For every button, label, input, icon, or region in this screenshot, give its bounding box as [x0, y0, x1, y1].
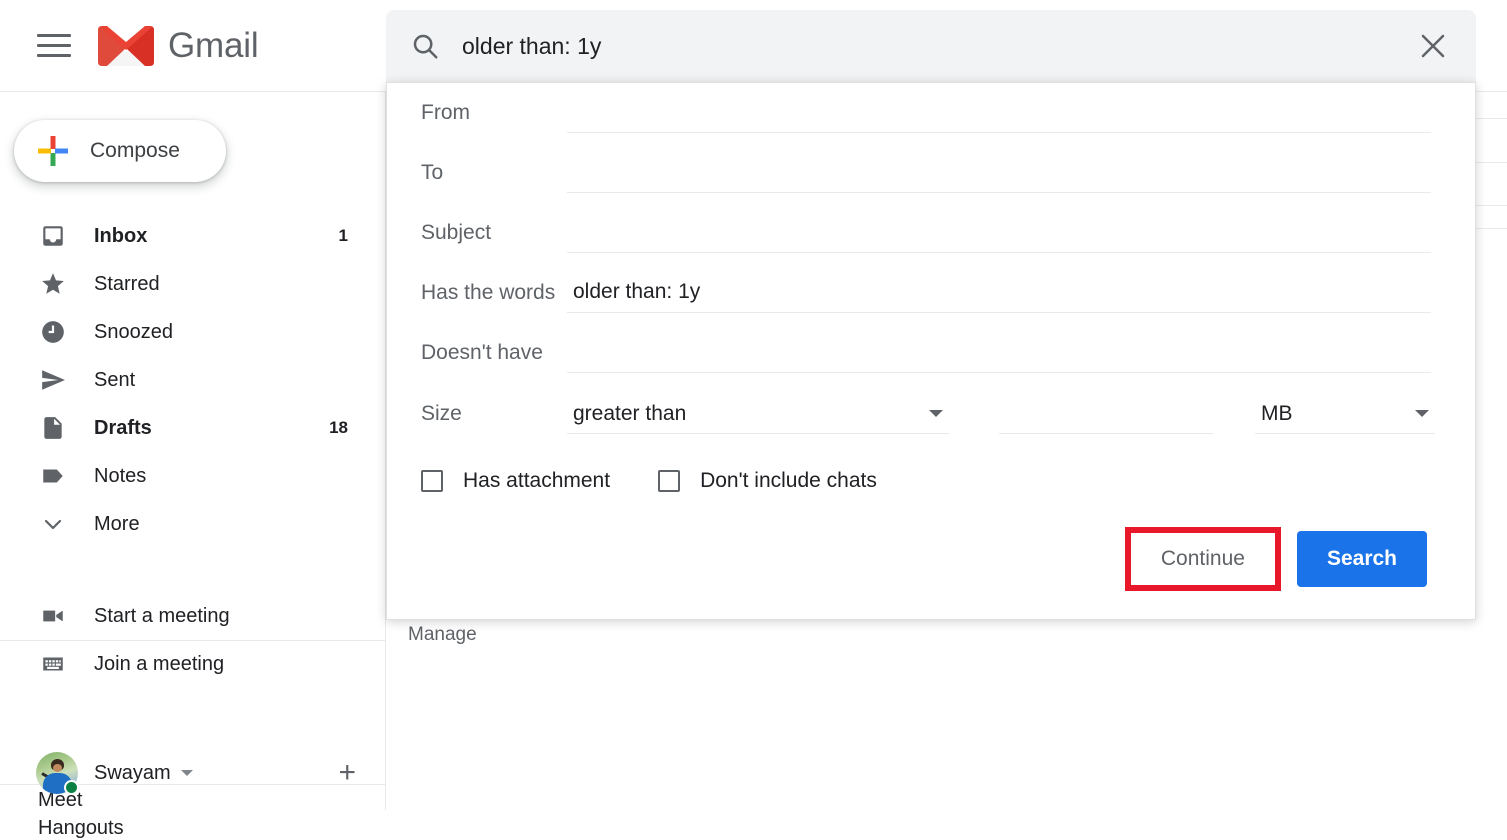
sidebar-item-label: Join a meeting	[94, 653, 348, 676]
sidebar-item-label: More	[94, 513, 348, 536]
clock-icon	[38, 317, 68, 347]
has-attachment-checkbox[interactable]: Has attachment	[421, 469, 610, 493]
send-icon	[38, 365, 68, 395]
field-row-subject: Subject	[387, 203, 1475, 263]
sidebar-item-sent[interactable]: Sent	[0, 356, 386, 404]
add-contact-plus-icon[interactable]: +	[338, 758, 356, 788]
sidebar-item-join-a-meeting[interactable]: Join a meeting	[0, 640, 386, 688]
search-button[interactable]: Search	[1297, 531, 1427, 587]
sidebar-item-inbox[interactable]: Inbox 1	[0, 212, 386, 260]
gmail-wordmark: Gmail	[168, 26, 258, 66]
label-icon	[38, 461, 68, 491]
chevron-down-icon	[38, 509, 68, 539]
size-unit-value: MB	[1255, 402, 1415, 426]
caret-down-icon[interactable]	[181, 770, 193, 776]
video-camera-icon	[38, 601, 68, 631]
sidebar-item-count: 18	[329, 418, 348, 438]
avatar[interactable]	[36, 752, 78, 794]
continue-button-highlight: Continue	[1125, 527, 1281, 591]
keyboard-icon	[38, 649, 68, 679]
caret-down-icon	[1415, 410, 1429, 417]
checkbox-row: Has attachment Don't include chats	[387, 445, 1475, 517]
dialog-button-row: Continue Search	[1125, 527, 1427, 591]
checkbox-icon	[421, 470, 443, 492]
hamburger-line	[37, 54, 71, 57]
avatar-face	[53, 764, 62, 772]
field-label: Doesn't have	[387, 341, 567, 365]
field-label: Subject	[387, 221, 567, 245]
field-row-from: From	[387, 83, 1475, 143]
sidebar-item-notes[interactable]: Notes	[0, 452, 386, 500]
plus-icon	[36, 134, 70, 168]
field-label: From	[387, 101, 567, 125]
to-field[interactable]	[567, 153, 1431, 193]
hangouts-list: Swayam +	[0, 747, 386, 799]
close-x-icon[interactable]	[1418, 31, 1448, 61]
hangouts-section-heading: Hangouts	[38, 817, 124, 840]
field-row-doesnt-have: Doesn't have	[387, 323, 1475, 383]
continue-button[interactable]: Continue	[1143, 543, 1263, 575]
sidebar-item-label: Starred	[94, 273, 348, 296]
sidebar-item-label: Sent	[94, 369, 348, 392]
online-status-dot-icon	[64, 780, 79, 795]
sidebar-item-label: Notes	[94, 465, 348, 488]
sidebar-item-start-a-meeting[interactable]: Start a meeting	[0, 592, 386, 640]
gmail-envelope-icon	[96, 22, 156, 70]
has-the-words-field[interactable]	[567, 273, 1431, 313]
checkbox-label: Don't include chats	[700, 469, 877, 493]
sidebar-item-label: Snoozed	[94, 321, 348, 344]
sidebar-item-drafts[interactable]: Drafts 18	[0, 404, 386, 452]
field-label: Size	[387, 402, 567, 426]
hangouts-user-name: Swayam	[94, 762, 171, 785]
checkbox-label: Has attachment	[463, 469, 610, 493]
sidebar-item-label: Drafts	[94, 417, 329, 440]
size-operator-value: greater than	[567, 402, 929, 426]
doesnt-have-field[interactable]	[567, 333, 1431, 373]
search-input[interactable]	[462, 33, 1418, 60]
search-icon[interactable]	[410, 31, 440, 61]
sidebar-item-starred[interactable]: Starred	[0, 260, 386, 308]
star-icon	[38, 269, 68, 299]
field-row-size: Size greater than MB	[387, 383, 1475, 445]
meet-list: Start a meeting Join a meeting	[0, 592, 386, 688]
document-icon	[38, 413, 68, 443]
sidebar-item-snoozed[interactable]: Snoozed	[0, 308, 386, 356]
caret-down-icon	[929, 410, 943, 417]
checkbox-icon	[658, 470, 680, 492]
compose-label: Compose	[90, 139, 180, 163]
compose-button[interactable]: Compose	[14, 120, 226, 182]
dont-include-chats-checkbox[interactable]: Don't include chats	[658, 469, 877, 493]
hamburger-line	[37, 34, 71, 37]
advanced-search-dialog: From To Subject Has the words Doesn't ha…	[386, 82, 1476, 620]
field-label: To	[387, 161, 567, 185]
sidebar-item-label: Start a meeting	[94, 605, 348, 628]
size-operator-select[interactable]: greater than	[567, 394, 949, 434]
field-label: Has the words	[387, 281, 567, 305]
sidebar-item-more[interactable]: More	[0, 500, 386, 548]
inbox-icon	[38, 221, 68, 251]
field-row-has-the-words: Has the words	[387, 263, 1475, 323]
sidebar-item-count: 1	[339, 226, 348, 246]
field-row-to: To	[387, 143, 1475, 203]
manage-link[interactable]: Manage	[408, 624, 477, 646]
hamburger-line	[37, 44, 71, 47]
hamburger-menu-icon[interactable]	[36, 28, 72, 64]
hangouts-user-row[interactable]: Swayam +	[0, 747, 386, 799]
size-unit-select[interactable]: MB	[1255, 394, 1435, 434]
search-bar	[386, 10, 1476, 82]
sidebar-nav-list: Inbox 1 Starred Snoozed	[0, 212, 386, 548]
subject-field[interactable]	[567, 213, 1431, 253]
sidebar-item-label: Inbox	[94, 225, 339, 248]
size-amount-input[interactable]	[999, 394, 1213, 434]
sidebar: Compose Inbox 1 Starred	[0, 92, 386, 810]
from-field[interactable]	[567, 93, 1431, 133]
